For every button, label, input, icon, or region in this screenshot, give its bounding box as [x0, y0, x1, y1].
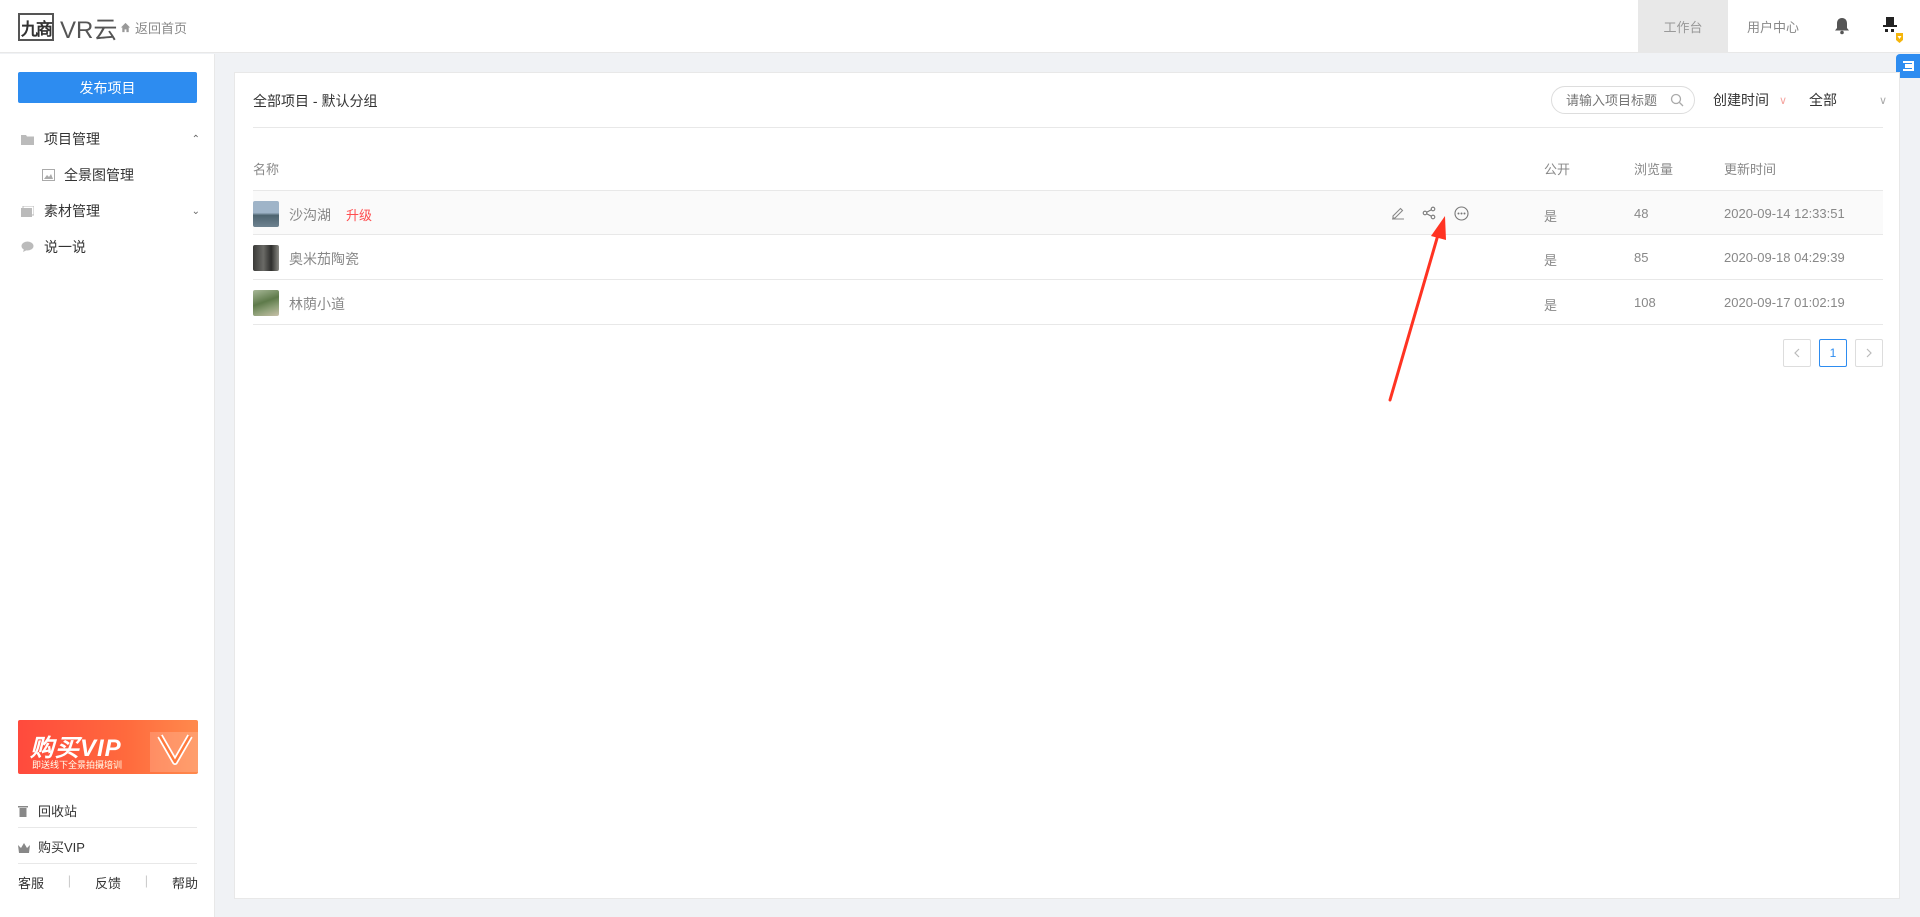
next-page-button[interactable] — [1855, 339, 1883, 367]
column-header-name: 名称 — [253, 162, 280, 177]
sidebar-item-panorama-management[interactable]: 全景图管理 — [42, 165, 134, 185]
publish-project-button[interactable]: 发布项目 — [18, 72, 197, 103]
sidebar: 发布项目 项目管理 ⌃ 全景图管理 素材管理 ⌄ 说一说 购买VIP 即送线下全… — [0, 54, 215, 917]
sidebar-item-project-management[interactable]: 项目管理 ⌃ — [20, 129, 200, 149]
vip-v-icon — [150, 732, 198, 772]
chevron-down-icon: ⌄ — [191, 205, 200, 217]
sidebar-item-label: 素材管理 — [44, 203, 100, 219]
folder-icon — [20, 132, 34, 146]
sidebar-item-talk[interactable]: 说一说 — [20, 237, 200, 257]
table-row[interactable]: 林荫小道 是 108 2020-09-17 01:02:19 — [253, 280, 1883, 325]
buy-vip-link[interactable]: 购买VIP — [18, 837, 85, 856]
chevron-right-icon — [1866, 348, 1872, 358]
chevron-down-icon: ∨ — [1878, 94, 1887, 107]
separator: | — [67, 873, 72, 888]
trash-icon — [18, 805, 30, 817]
recycle-bin-label: 回收站 — [38, 804, 78, 819]
project-thumbnail[interactable] — [253, 201, 279, 227]
divider — [253, 127, 1883, 128]
logo-mark: 九商 — [18, 13, 54, 41]
search-input[interactable] — [1566, 92, 1666, 108]
back-home-label: 返回首页 — [135, 21, 188, 36]
recycle-bin-link[interactable]: 回收站 — [18, 801, 77, 820]
buy-vip-banner[interactable]: 购买VIP 即送线下全景拍摄培训 — [18, 720, 198, 774]
feedback-link[interactable]: 反馈 — [95, 873, 121, 892]
public-value: 是 — [1544, 253, 1558, 268]
sidebar-item-material-management[interactable]: 素材管理 ⌄ — [20, 201, 200, 221]
image-icon — [42, 168, 56, 182]
sidebar-item-label: 全景图管理 — [64, 167, 134, 183]
views-value: 48 — [1634, 206, 1649, 221]
search-icon[interactable] — [1670, 93, 1684, 107]
tab-user-center[interactable]: 用户中心 — [1728, 0, 1818, 53]
help-link[interactable]: 帮助 — [172, 873, 198, 892]
page-button[interactable]: 1 — [1819, 339, 1847, 367]
share-icon[interactable] — [1420, 204, 1438, 222]
project-title[interactable]: 林荫小道 — [289, 294, 345, 314]
pagination: 1 — [1783, 339, 1883, 367]
project-title[interactable]: 沙沟湖 — [289, 205, 331, 225]
bell-icon[interactable] — [1832, 16, 1852, 36]
column-header-views: 浏览量 — [1634, 162, 1674, 177]
main-panel: 全部项目 - 默认分组 创建时间 ∨ 全部 ∨ 名称 公开 浏览量 更新时间 沙… — [234, 72, 1900, 899]
crown-icon — [18, 841, 30, 853]
customer-service-link[interactable]: 客服 — [18, 873, 44, 892]
updated-value: 2020-09-14 12:33:51 — [1724, 206, 1845, 221]
buy-vip-label: 购买VIP — [38, 840, 85, 855]
table-row[interactable]: 奥米茄陶瓷 是 85 2020-09-18 04:29:39 — [253, 235, 1883, 280]
column-header-updated: 更新时间 — [1724, 162, 1777, 177]
public-value: 是 — [1544, 209, 1558, 224]
home-icon — [120, 22, 131, 33]
project-title[interactable]: 奥米茄陶瓷 — [289, 249, 359, 269]
more-icon[interactable] — [1452, 204, 1470, 222]
filter-select[interactable]: 全部 ∨ — [1809, 90, 1887, 110]
search-box[interactable] — [1551, 86, 1695, 114]
public-value: 是 — [1544, 298, 1558, 313]
logo[interactable]: 九商 VR云 — [18, 13, 117, 44]
sidebar-item-label: 说一说 — [44, 239, 86, 255]
divider — [18, 827, 197, 828]
views-value: 85 — [1634, 250, 1649, 265]
stack-icon — [20, 204, 34, 218]
sidebar-item-label: 项目管理 — [44, 131, 100, 147]
filter-select-label: 全部 — [1809, 92, 1837, 108]
chevron-up-icon: ⌃ — [191, 133, 200, 145]
breadcrumb: 全部项目 - 默认分组 — [253, 93, 378, 109]
separator: | — [144, 873, 149, 888]
table-header: 名称 公开 浏览量 更新时间 — [253, 159, 1883, 179]
vip-banner-subtitle: 即送线下全景拍摄培训 — [32, 760, 123, 770]
sort-select-label: 创建时间 — [1713, 92, 1769, 108]
tab-workbench[interactable]: 工作台 — [1638, 0, 1728, 53]
sort-select[interactable]: 创建时间 ∨ — [1713, 90, 1787, 110]
divider — [18, 863, 197, 864]
footer-links: 客服 | 反馈 | 帮助 — [18, 873, 198, 892]
upgrade-link[interactable]: 升级 — [346, 205, 372, 224]
edit-icon[interactable] — [1389, 204, 1407, 222]
chevron-left-icon — [1794, 348, 1800, 358]
prev-page-button[interactable] — [1783, 339, 1811, 367]
chevron-down-icon: ∨ — [1779, 94, 1788, 107]
updated-value: 2020-09-17 01:02:19 — [1724, 295, 1845, 310]
back-home-link[interactable]: 返回首页 — [120, 18, 187, 37]
views-value: 108 — [1634, 295, 1656, 310]
project-thumbnail[interactable] — [253, 290, 279, 316]
table-row[interactable]: 沙沟湖 升级 是 48 2020-09-14 12:33:51 — [253, 190, 1883, 235]
avatar[interactable] — [1876, 14, 1906, 44]
logo-text: VR云 — [60, 16, 118, 44]
top-header: 九商 VR云 返回首页 工作台 用户中心 — [0, 0, 1920, 53]
project-thumbnail[interactable] — [253, 245, 279, 271]
updated-value: 2020-09-18 04:29:39 — [1724, 250, 1845, 265]
translate-icon — [1903, 61, 1914, 71]
column-header-public: 公开 — [1544, 162, 1571, 177]
chat-icon — [20, 240, 34, 254]
